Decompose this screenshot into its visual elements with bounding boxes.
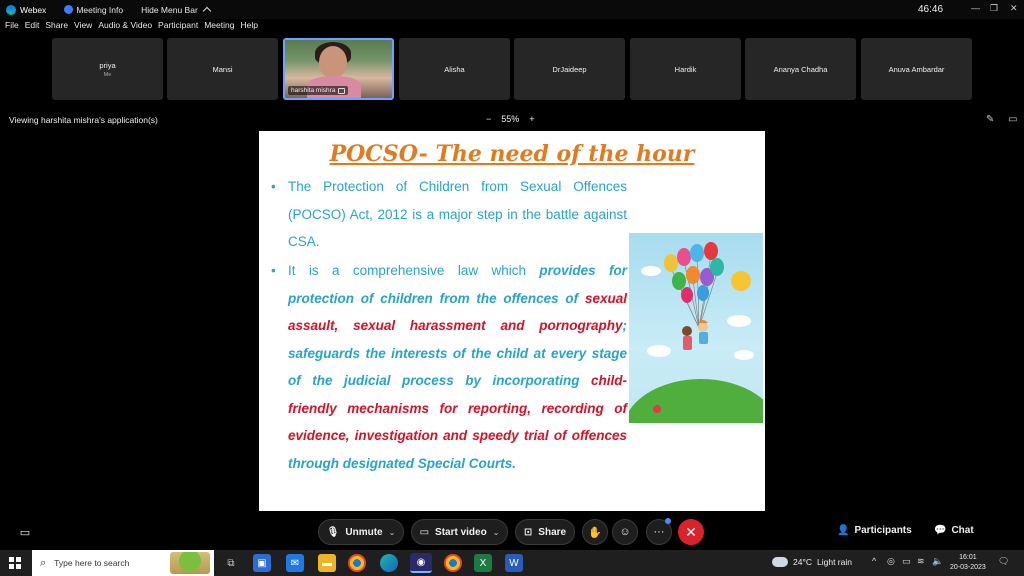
minimize-icon[interactable]: — [971, 3, 980, 13]
slide-bullet: • It is a comprehensive law which provid… [271, 257, 627, 477]
chrome-icon[interactable] [348, 554, 366, 572]
network-icon[interactable]: ▭ [902, 556, 911, 567]
app-name: Webex [6, 4, 46, 15]
video-off-icon: ▭ [419, 526, 430, 538]
participant-tile[interactable]: Mansi [167, 38, 278, 100]
participants-icon: 👤 [837, 525, 850, 536]
volume-icon[interactable]: 🔈 [932, 556, 943, 567]
meeting-info-button[interactable]: Meeting Info [64, 5, 123, 15]
close-icon[interactable]: ✕ [1010, 3, 1018, 14]
menu-share[interactable]: Share [45, 20, 68, 35]
menu-bar: File Edit Share View Audio & Video Parti… [0, 20, 259, 35]
slide-title: POCSO- The need of the hour [329, 141, 695, 167]
file-explorer-icon[interactable]: ▬ [318, 554, 336, 572]
title-bar: Webex Meeting Info Hide Menu Bar 46:46 —… [0, 0, 1024, 19]
shared-slide: POCSO- The need of the hour • The Protec… [259, 131, 765, 511]
share-screen-icon: ⊡ [523, 526, 533, 538]
mail-icon[interactable]: ✉ [286, 554, 304, 572]
more-options-icon[interactable]: ··· [646, 518, 672, 545]
participant-tile[interactable]: Anuva Ambardar [861, 38, 972, 100]
weather-widget[interactable]: 24°C Light rain [772, 557, 852, 567]
participant-video-tile[interactable]: harshita mishra [283, 38, 394, 100]
participant-tile[interactable]: Ananya Chadha [745, 38, 856, 100]
edge-icon[interactable] [380, 554, 398, 572]
raise-hand-icon[interactable]: ✋ [582, 519, 608, 545]
mic-muted-icon: 🎙 [326, 526, 340, 538]
slide-bullet: • The Protection of Children from Sexual… [271, 173, 627, 256]
balloons-image [629, 242, 763, 423]
meeting-controls: ▭ 🎙 Unmute ⌄ ▭ Start video ⌄ ⊡ Share ✋ ☺… [0, 515, 1024, 549]
webex-taskbar-icon[interactable]: ◉ [410, 553, 432, 573]
pin-icon[interactable] [338, 87, 346, 94]
chat-icon: 💬 [934, 525, 947, 536]
share-status-bar: Viewing harshita mishra's application(s)… [0, 112, 1024, 128]
search-icon: ⌕ [40, 556, 47, 569]
webex-logo-icon [6, 4, 16, 15]
start-video-button[interactable]: ▭ Start video ⌄ [411, 519, 508, 545]
zoom-in-button[interactable]: + [529, 114, 534, 124]
participant-tile[interactable]: priya Me [52, 38, 163, 100]
restore-icon[interactable]: ❐ [990, 3, 998, 14]
end-call-button[interactable]: ✕ [678, 519, 704, 545]
participant-face [319, 46, 347, 78]
chevron-down-icon[interactable]: ⌄ [389, 528, 396, 537]
meeting-timer: 46:46 [918, 4, 944, 15]
chrome-icon[interactable] [444, 554, 462, 572]
share-button[interactable]: ⊡ Share [515, 519, 575, 545]
menu-edit[interactable]: Edit [25, 20, 40, 35]
excel-icon[interactable]: X [474, 554, 492, 572]
chat-button[interactable]: 💬 Chat [934, 525, 974, 536]
participant-tile[interactable]: Hardik [630, 38, 741, 100]
word-icon[interactable]: W [505, 554, 523, 572]
search-highlight-tree-icon [170, 552, 210, 574]
layout-icon[interactable]: ▭ [1008, 114, 1017, 125]
windows-start-icon[interactable] [9, 557, 21, 569]
unmute-button[interactable]: 🎙 Unmute ⌄ [318, 519, 404, 545]
meet-now-icon[interactable]: ◎ [887, 556, 895, 567]
chevron-up-icon [202, 6, 212, 16]
bullet-icon: • [271, 263, 276, 278]
menu-audio-video[interactable]: Audio & Video [98, 20, 152, 35]
chevron-up-icon[interactable]: ^ [872, 556, 876, 566]
info-icon [64, 5, 74, 14]
participant-tile[interactable]: Alisha [399, 38, 510, 100]
store-icon[interactable]: ▣ [253, 554, 271, 572]
participants-button[interactable]: 👤 Participants [837, 525, 912, 536]
task-view-icon[interactable]: ⧉ [222, 554, 240, 572]
menu-participant[interactable]: Participant [158, 20, 198, 35]
rain-cloud-icon [772, 557, 788, 567]
chat-bubble-icon[interactable]: ▭ [12, 519, 38, 545]
zoom-level: 55% [501, 114, 520, 124]
notifications-icon[interactable]: 🗨 [998, 556, 1009, 567]
menu-help[interactable]: Help [240, 20, 257, 35]
hide-menu-bar-button[interactable]: Hide Menu Bar [141, 5, 212, 16]
wifi-icon[interactable]: ≋ [917, 556, 925, 567]
menu-view[interactable]: View [74, 20, 92, 35]
chevron-down-icon[interactable]: ⌄ [493, 528, 500, 537]
menu-meeting[interactable]: Meeting [204, 20, 234, 35]
zoom-control: − 55% + [486, 114, 535, 124]
zoom-out-button[interactable]: − [486, 114, 491, 124]
menu-file[interactable]: File [5, 20, 19, 35]
participant-tile[interactable]: DrJaideep [514, 38, 625, 100]
bullet-icon: • [271, 179, 276, 194]
reactions-icon[interactable]: ☺ [612, 519, 638, 545]
taskbar-clock[interactable]: 16:01 20-03-2023 [950, 553, 986, 573]
viewing-label: Viewing harshita mishra's application(s) [9, 115, 158, 125]
taskbar-search-box[interactable]: ⌕ Type here to search [32, 550, 214, 576]
participant-name-tag: harshita mishra [288, 86, 349, 95]
windows-taskbar: ⌕ Type here to search ⧉ ▣ ✉ ▬ ◉ X W 24°C… [0, 550, 1024, 576]
children-balloons-illustration [629, 233, 763, 423]
annotate-icon[interactable]: ✎ [986, 114, 994, 125]
